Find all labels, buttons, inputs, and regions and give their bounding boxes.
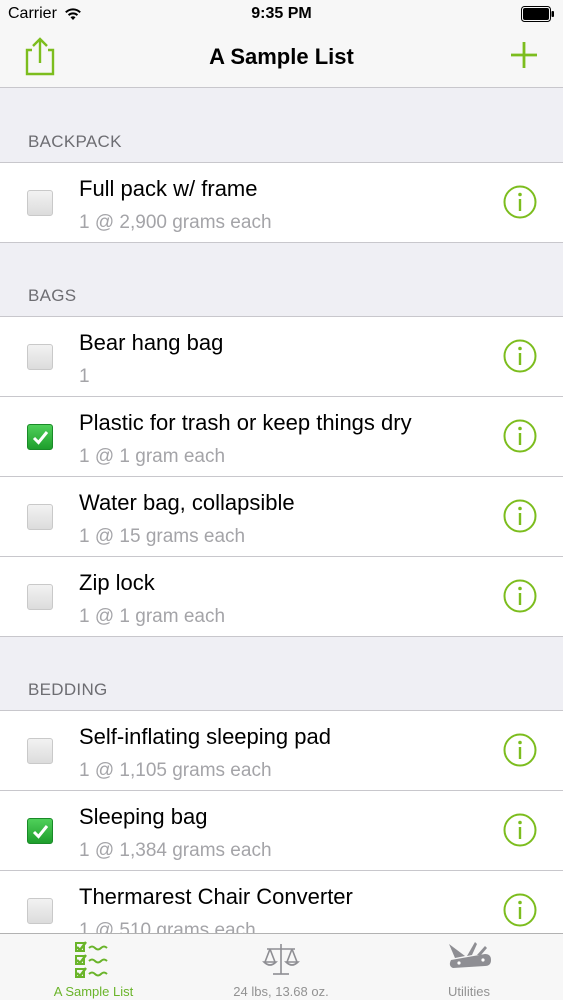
info-icon[interactable] [503,339,537,373]
scale-icon [262,944,300,975]
section-title: BEDDING [28,680,108,699]
item-name: Zip lock [79,570,155,595]
info-icon[interactable] [503,419,537,453]
item-name: Sleeping bag [79,804,208,829]
info-icon[interactable] [503,579,537,613]
list-item[interactable]: Zip lock 1 @ 1 gram each [0,557,563,637]
tab-label: 24 lbs, 13.68 oz. [233,984,329,999]
list-item[interactable]: Self-inflating sleeping pad 1 @ 1,105 gr… [0,711,563,791]
item-list: BACKPACK Full pack w/ frame 1 @ 2,900 gr… [0,88,563,951]
section-header-backpack: BACKPACK [0,88,563,163]
list-item[interactable]: Bear hang bag 1 [0,317,563,397]
item-detail: 1 [79,366,90,387]
checkmark-icon [32,825,49,839]
checkbox[interactable] [27,898,53,924]
checkbox[interactable] [27,344,53,370]
checklist-icon [74,941,108,978]
section-title: BAGS [28,286,77,305]
checkbox[interactable] [27,584,53,610]
checkbox[interactable] [27,738,53,764]
info-icon[interactable] [503,185,537,219]
item-name: Water bag, collapsible [79,490,295,515]
section-header-bedding: BEDDING [0,637,563,711]
page-title: A Sample List [209,44,354,69]
info-icon[interactable] [503,733,537,767]
item-name: Bear hang bag [79,330,224,355]
battery-icon [521,6,554,22]
status-right [521,6,555,27]
pocket-knife-icon [449,942,491,968]
checkbox-checked[interactable] [27,818,53,844]
info-icon[interactable] [503,813,537,847]
status-bar: Carrier 9:35 PM [0,0,563,28]
item-detail: 1 @ 1 gram each [79,446,226,467]
list-item[interactable]: Water bag, collapsible 1 @ 15 grams each [0,477,563,557]
checkbox[interactable] [27,504,53,530]
item-detail: 1 @ 1 gram each [79,606,226,627]
item-detail: 1 @ 1,105 grams each [79,760,272,781]
list-item[interactable]: Sleeping bag 1 @ 1,384 grams each [0,791,563,871]
plus-icon[interactable] [509,40,539,70]
item-name: Full pack w/ frame [79,176,258,201]
section-header-bags: BAGS [0,243,563,317]
item-name: Thermarest Chair Converter [79,884,353,909]
tab-sample-list[interactable]: A Sample List [0,934,187,1000]
checkbox-checked[interactable] [27,424,53,450]
item-detail: 1 @ 2,900 grams each [79,212,272,233]
section-title: BACKPACK [28,132,122,151]
tab-label: A Sample List [53,984,134,999]
list-item[interactable]: Full pack w/ frame 1 @ 2,900 grams each [0,163,563,243]
info-icon[interactable] [503,499,537,533]
tab-weight[interactable]: 24 lbs, 13.68 oz. [187,934,375,1000]
status-time: 9:35 PM [251,5,312,22]
checkbox[interactable] [27,190,53,216]
tab-utilities[interactable]: Utilities [375,934,563,1000]
navigation-bar: A Sample List [0,28,563,88]
checkmark-icon [32,431,49,445]
list-item[interactable]: Plastic for trash or keep things dry 1 @… [0,397,563,477]
info-icon[interactable] [503,893,537,927]
item-name: Plastic for trash or keep things dry [79,410,412,435]
item-detail: 1 @ 15 grams each [79,526,246,547]
item-detail: 1 @ 1,384 grams each [79,840,272,861]
tab-label: Utilities [448,984,490,999]
tab-bar: A Sample List 24 lbs, 13.68 oz. Utilitie [0,933,563,1000]
item-name: Self-inflating sleeping pad [79,724,331,749]
